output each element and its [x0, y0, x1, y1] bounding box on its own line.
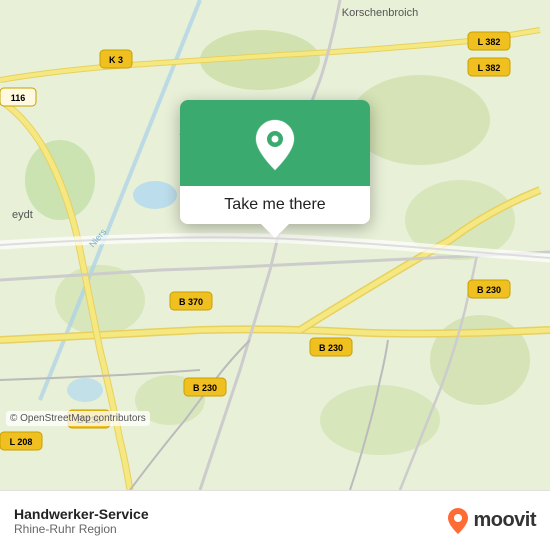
- place-info: Handwerker-Service Rhine-Ruhr Region: [14, 506, 149, 536]
- take-me-there-button[interactable]: Take me there: [180, 186, 370, 224]
- moovit-logo: moovit: [447, 507, 536, 535]
- svg-text:B 230: B 230: [319, 343, 343, 353]
- svg-text:116: 116: [11, 93, 26, 103]
- popup-header: [180, 100, 370, 186]
- svg-text:B 370: B 370: [179, 297, 203, 307]
- svg-text:B 230: B 230: [477, 285, 501, 295]
- svg-text:B 230: B 230: [193, 383, 217, 393]
- place-name: Handwerker-Service: [14, 506, 149, 522]
- svg-text:K 3: K 3: [109, 55, 123, 65]
- moovit-pin-icon: [447, 507, 469, 535]
- popup-card[interactable]: Take me there: [180, 100, 370, 224]
- map-attribution: © OpenStreetMap contributors: [6, 411, 150, 426]
- place-region: Rhine-Ruhr Region: [14, 522, 149, 536]
- svg-text:L 208: L 208: [10, 437, 33, 447]
- svg-text:L 382: L 382: [478, 37, 501, 47]
- svg-text:Korschenbroich: Korschenbroich: [342, 7, 418, 19]
- moovit-brand-text: moovit: [473, 509, 536, 532]
- svg-text:L 382: L 382: [478, 63, 501, 73]
- map-container: B 230 B 230 B 230 B 230 L 208 K 3 L 382 …: [0, 0, 550, 490]
- svg-text:eydt: eydt: [12, 209, 33, 221]
- bottom-bar: Handwerker-Service Rhine-Ruhr Region moo…: [0, 490, 550, 550]
- location-pin-icon: [253, 118, 297, 172]
